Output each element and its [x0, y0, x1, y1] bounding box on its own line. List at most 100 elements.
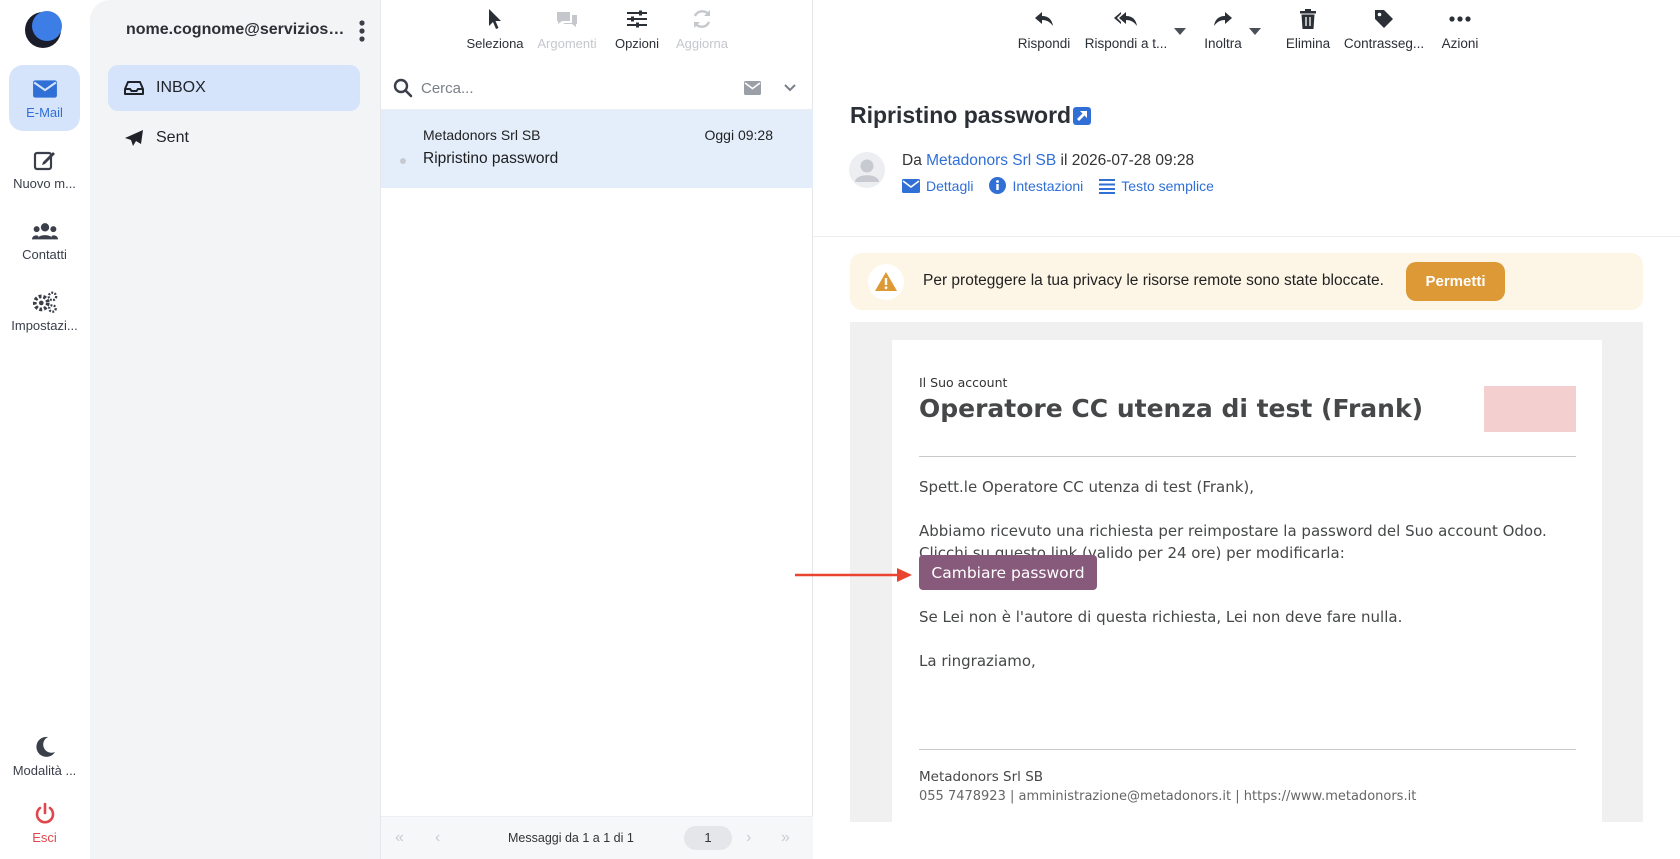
search-input[interactable]: [421, 76, 721, 100]
rail-contacts[interactable]: Contatti: [9, 207, 80, 273]
forward-button[interactable]: Inoltra: [1190, 8, 1256, 51]
delete-label: Elimina: [1285, 36, 1331, 51]
power-icon: [35, 802, 54, 824]
forward-icon: [1214, 12, 1232, 26]
email-greeting: Spett.le Operatore CC utenza di test (Fr…: [919, 478, 1255, 496]
change-password-button[interactable]: Cambiare password: [919, 555, 1097, 590]
reply-icon: [1035, 12, 1053, 26]
email-card: Il Suo account Operatore CC utenza di te…: [892, 340, 1602, 822]
refresh-label: Aggiorna: [675, 36, 729, 51]
email-closing: La ringraziamo,: [919, 652, 1036, 670]
unread-dot: [400, 158, 406, 164]
search-icon: [393, 78, 413, 98]
chevron-down-icon[interactable]: [784, 84, 796, 92]
rail-theme[interactable]: Modalità ...: [9, 723, 80, 789]
inbox-icon: [124, 81, 144, 95]
folder-sent-label: Sent: [156, 129, 189, 146]
user-icon: [855, 159, 879, 182]
details-link[interactable]: Dettagli: [902, 177, 973, 194]
message-date: Oggi 09:28: [704, 127, 774, 143]
privacy-banner: Per proteggere la tua privacy le risorse…: [850, 253, 1643, 310]
company-logo-placeholder: [1484, 386, 1576, 432]
last-page-icon[interactable]: »: [781, 829, 790, 847]
message-meta-links: Dettagli Intestazioni Testo semplice: [902, 177, 1214, 194]
gears-icon: [32, 291, 57, 313]
actions-label: Azioni: [1441, 36, 1479, 51]
pagination: « ‹ Messaggi da 1 a 1 di 1 1 › »: [381, 816, 813, 859]
rail-settings[interactable]: Impostazi...: [9, 278, 80, 344]
next-page-icon[interactable]: ›: [746, 829, 751, 847]
rail-settings-label: Impostazi...: [11, 318, 78, 333]
sender-avatar: [849, 152, 885, 188]
annotation-arrow-icon: [795, 568, 912, 582]
headers-link[interactable]: Intestazioni: [989, 177, 1083, 194]
rail-logout[interactable]: Esci: [9, 790, 80, 856]
email-divider-top: [919, 456, 1576, 457]
refresh-icon: [693, 10, 711, 28]
message-list-panel: Seleziona Argomenti Opzioni Aggiorna Met…: [380, 0, 814, 859]
threads-button[interactable]: Argomenti: [534, 8, 600, 51]
message-list-item[interactable]: Metadonors Srl SB Oggi 09:28 Ripristino …: [381, 110, 813, 188]
select-label: Seleziona: [466, 36, 524, 51]
threads-label: Argomenti: [537, 36, 597, 51]
app-logo-icon: [25, 11, 62, 48]
message-sender: Metadonors Srl SB: [423, 127, 541, 143]
actions-button[interactable]: Azioni: [1433, 8, 1487, 51]
email-body-frame: Il Suo account Operatore CC utenza di te…: [850, 322, 1643, 822]
allow-remote-button[interactable]: Permetti: [1406, 262, 1505, 301]
folder-inbox-label: INBOX: [156, 79, 206, 96]
message-title: Ripristino password: [850, 102, 1072, 128]
envelope-filter-icon[interactable]: [744, 81, 761, 95]
comments-icon: [557, 12, 577, 27]
rail-contacts-label: Contatti: [22, 247, 67, 262]
reading-pane: Rispondi Rispondi a t... Inoltra Elimina…: [813, 0, 1680, 859]
email-footer-contacts: 055 7478923 | amministrazione@metadonors…: [919, 789, 1417, 804]
rail-compose[interactable]: Nuovo m...: [9, 136, 80, 202]
flag-button[interactable]: Contrasseg...: [1342, 8, 1426, 51]
sender-name-link[interactable]: Metadonors Srl SB: [926, 152, 1056, 169]
email-footer-company: Metadonors Srl SB: [919, 769, 1044, 785]
reply-all-button[interactable]: Rispondi a t...: [1081, 8, 1171, 51]
sliders-icon: [627, 10, 647, 28]
sender-line: Da Metadonors Srl SB il 2026-07-28 09:28: [902, 152, 1194, 170]
reply-button[interactable]: Rispondi: [1011, 8, 1077, 51]
rail-theme-label: Modalità ...: [12, 763, 77, 778]
options-button[interactable]: Opzioni: [609, 8, 665, 51]
refresh-button[interactable]: Aggiorna: [672, 8, 732, 51]
email-account-name: Operatore CC utenza di test (Frank): [919, 394, 1424, 423]
prev-page-icon[interactable]: ‹: [435, 829, 440, 847]
reply-all-label: Rispondi a t...: [1084, 36, 1168, 51]
current-page[interactable]: 1: [684, 826, 732, 850]
rail-email[interactable]: E-Mail: [9, 65, 80, 131]
nav-rail: E-Mail Nuovo m... Contatti Impostazi... …: [0, 0, 90, 859]
contacts-icon: [31, 223, 58, 240]
envelope-icon: [902, 178, 920, 193]
flag-label: Contrasseg...: [1343, 36, 1425, 51]
info-icon: [989, 177, 1007, 194]
email-kicker: Il Suo account: [919, 375, 1008, 390]
moon-icon: [35, 736, 55, 757]
ellipsis-icon: [1449, 16, 1471, 22]
reply-all-dropdown-icon[interactable]: [1174, 28, 1186, 35]
forward-dropdown-icon[interactable]: [1249, 28, 1261, 35]
first-page-icon[interactable]: «: [395, 829, 404, 847]
plain-text-label: Testo semplice: [1121, 177, 1214, 194]
folder-inbox[interactable]: INBOX: [108, 65, 360, 111]
account-email: nome.cognome@serviziosost...: [126, 21, 348, 38]
rail-email-label: E-Mail: [26, 105, 63, 120]
envelope-icon: [32, 80, 57, 98]
pager-info: Messaggi da 1 a 1 di 1: [508, 831, 634, 845]
select-button[interactable]: Seleziona: [463, 8, 527, 51]
lines-icon: [1099, 178, 1116, 194]
open-external-icon[interactable]: [1073, 107, 1091, 125]
plain-text-link[interactable]: Testo semplice: [1099, 177, 1214, 194]
cursor-icon: [489, 9, 501, 29]
search-bar: [381, 66, 814, 110]
rail-compose-label: Nuovo m...: [13, 176, 76, 191]
reply-all-icon: [1114, 12, 1137, 26]
kebab-menu-icon[interactable]: [358, 20, 366, 42]
message-datetime: il 2026-07-28 09:28: [1060, 152, 1195, 169]
folder-sent[interactable]: Sent: [108, 115, 360, 161]
delete-button[interactable]: Elimina: [1283, 8, 1333, 51]
warning-badge: [868, 264, 904, 300]
